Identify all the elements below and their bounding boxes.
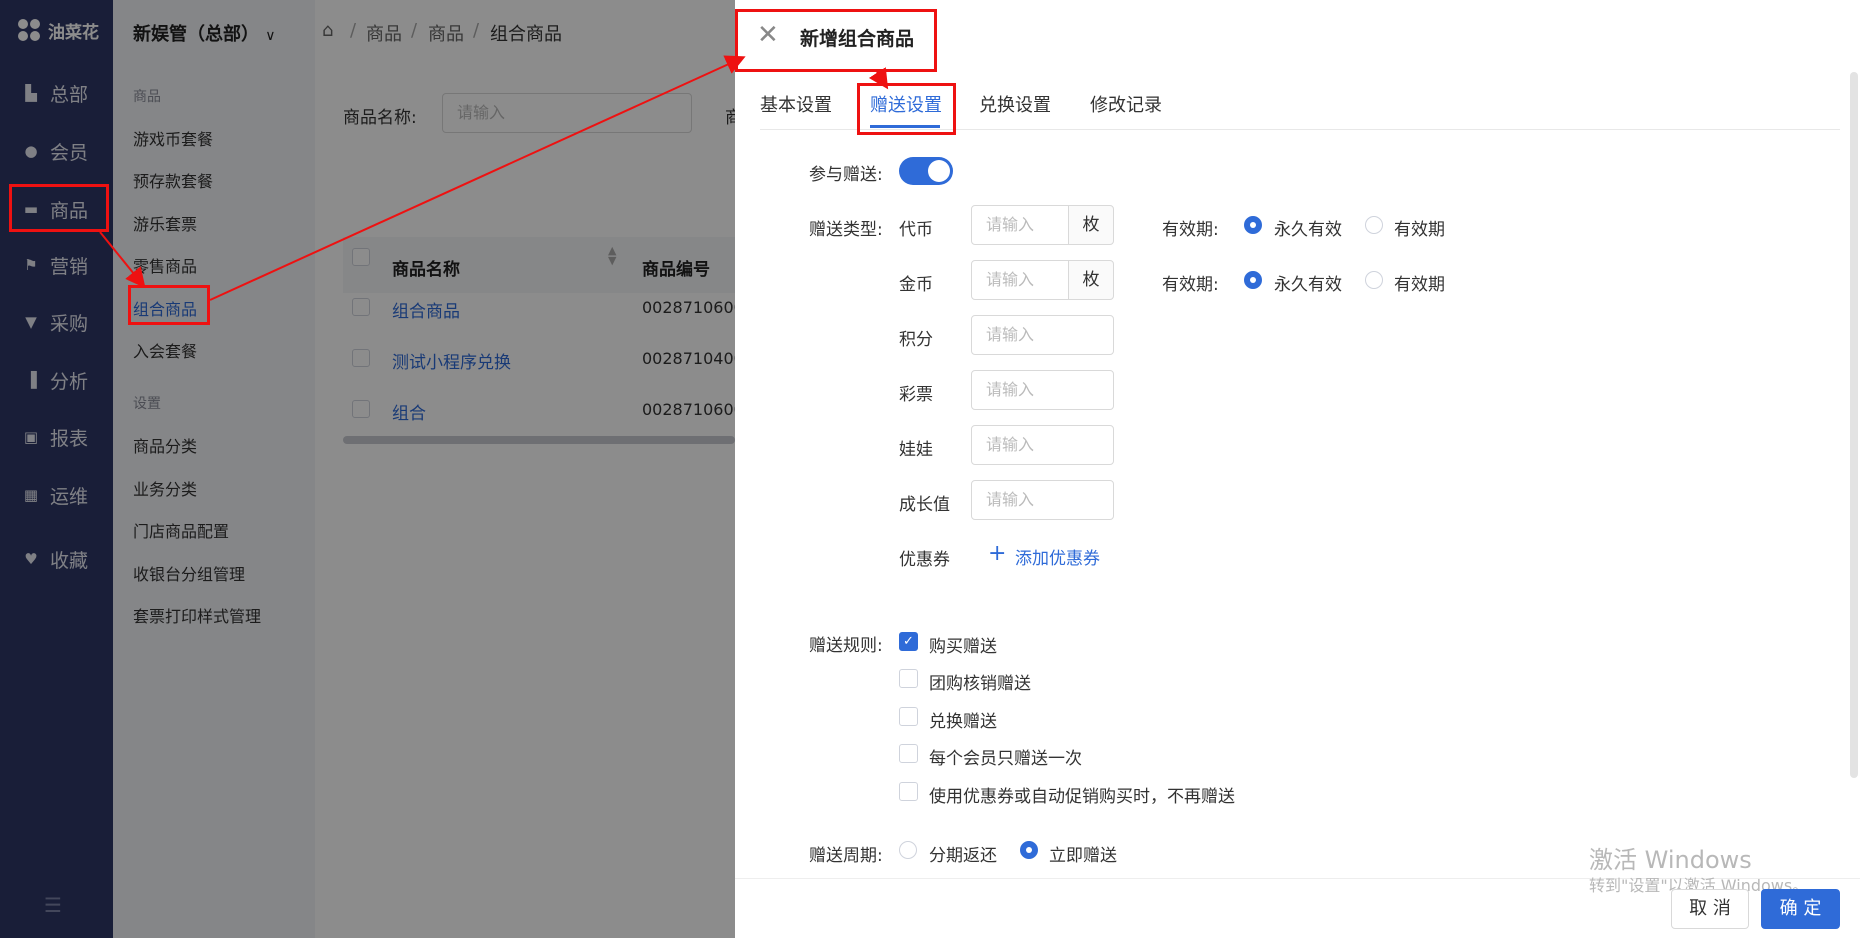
type-name: 成长值 [899, 495, 950, 515]
validity-forever-label: 永久有效 [1274, 220, 1342, 240]
rule-groupbuy-checkbox[interactable] [899, 669, 918, 688]
rule-exchange-checkbox[interactable] [899, 707, 918, 726]
tab-basic[interactable]: 基本设置 [760, 91, 832, 117]
period-label: 赠送周期: [809, 846, 883, 866]
rule-label: 兑换赠送 [929, 712, 997, 732]
annotation-box-combo [128, 285, 210, 325]
token-validity-period-radio[interactable] [1365, 216, 1383, 234]
confirm-button[interactable]: 确 定 [1761, 889, 1840, 929]
validity-label: 有效期: [1162, 220, 1219, 240]
validity-label: 有效期: [1162, 275, 1219, 295]
type-name: 积分 [899, 330, 933, 350]
gold-validity-forever-radio[interactable] [1244, 271, 1262, 289]
drawer-mask[interactable] [0, 0, 735, 938]
cancel-button[interactable]: 取 消 [1671, 889, 1749, 929]
lottery-input[interactable]: 请输入 [971, 370, 1114, 410]
doll-input[interactable]: 请输入 [971, 425, 1114, 465]
validity-period-label: 有效期 [1394, 220, 1445, 240]
participate-label: 参与赠送: [809, 165, 883, 185]
gift-type-label: 赠送类型: [809, 220, 883, 240]
token-input[interactable]: 请输入 [971, 205, 1069, 245]
app-root: 油菜花 ▙ 总部 ● 会员 ▬ 商品 ⚑ 营销 ▼ 采购 ▐ 分析 ▣ 报表 ▦ 运维 ♥ 收藏 … [0, 0, 1860, 938]
annotation-box-title [735, 9, 937, 72]
validity-forever-label: 永久有效 [1274, 275, 1342, 295]
period-installment-label: 分期返还 [929, 846, 997, 866]
type-name: 代币 [899, 220, 933, 240]
type-name: 金币 [899, 275, 933, 295]
add-coupon-button[interactable]: 添加优惠券 [1015, 544, 1100, 569]
validity-period-label: 有效期 [1394, 275, 1445, 295]
tab-history[interactable]: 修改记录 [1090, 91, 1162, 117]
windows-watermark-title: 激活 Windows [1589, 846, 1752, 874]
rules-label: 赠送规则: [809, 636, 883, 656]
drawer-vertical-scrollbar[interactable] [1850, 72, 1858, 778]
token-unit: 枚 [1068, 205, 1114, 245]
period-immediate-label: 立即赠送 [1049, 846, 1117, 866]
rule-label: 每个会员只赠送一次 [929, 749, 1082, 769]
plus-icon: + [988, 541, 1007, 566]
rule-no-coupon-checkbox[interactable] [899, 782, 918, 801]
points-input[interactable]: 请输入 [971, 315, 1114, 355]
type-name: 彩票 [899, 385, 933, 405]
gold-input[interactable]: 请输入 [971, 260, 1069, 300]
rule-label: 团购核销赠送 [929, 674, 1031, 694]
rule-once-checkbox[interactable] [899, 744, 918, 763]
rule-label: 购买赠送 [929, 637, 997, 657]
rule-label: 使用优惠券或自动促销购买时，不再赠送 [929, 787, 1235, 807]
rule-purchase-checkbox[interactable]: ✓ [899, 632, 918, 651]
type-name: 娃娃 [899, 440, 933, 460]
period-immediate-radio[interactable] [1020, 841, 1038, 859]
annotation-box-gift-tab [857, 83, 956, 135]
token-validity-forever-radio[interactable] [1244, 216, 1262, 234]
tab-exchange[interactable]: 兑换设置 [979, 91, 1051, 117]
gold-validity-period-radio[interactable] [1365, 271, 1383, 289]
growth-input[interactable]: 请输入 [971, 480, 1114, 520]
gold-unit: 枚 [1068, 260, 1114, 300]
period-installment-radio[interactable] [899, 841, 917, 859]
coupon-label: 优惠券 [899, 550, 950, 570]
annotation-box-products [9, 184, 109, 232]
participate-toggle[interactable] [899, 157, 953, 185]
